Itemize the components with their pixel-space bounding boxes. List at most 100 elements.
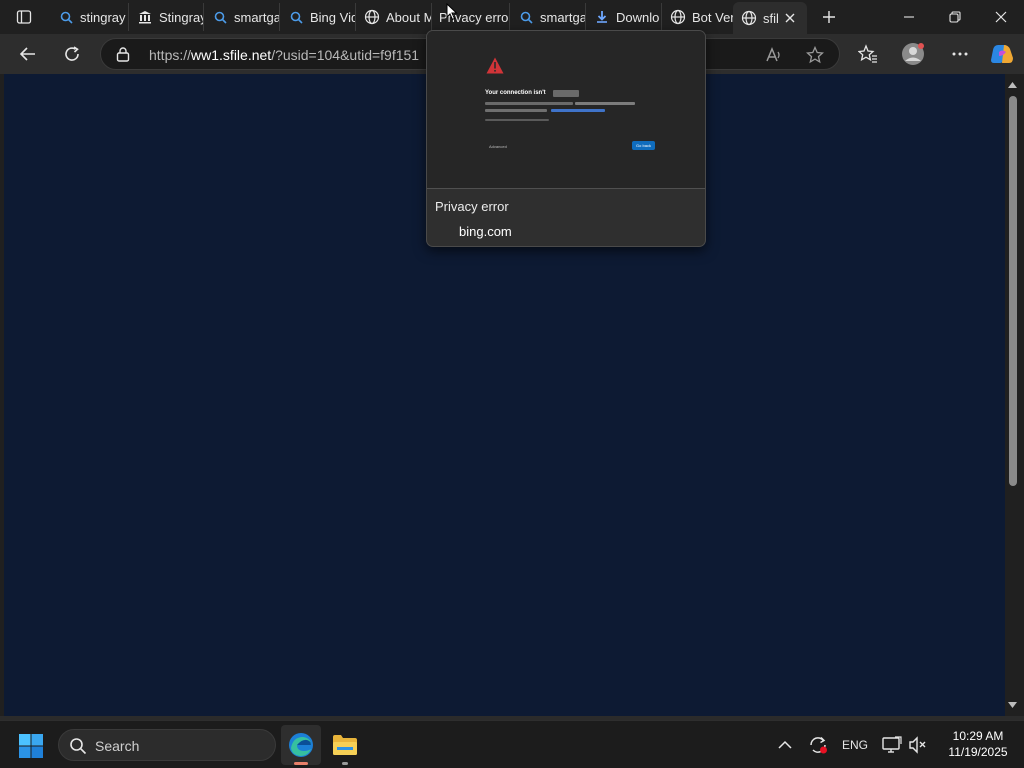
scroll-down-icon[interactable] (1007, 700, 1018, 710)
scroll-up-icon[interactable] (1007, 80, 1018, 90)
url-scheme: https:// (149, 47, 192, 63)
favorite-button[interactable] (805, 45, 825, 65)
close-icon (995, 11, 1007, 23)
preview-divider (427, 188, 705, 189)
download-icon (594, 9, 610, 25)
clock-date: 11/19/2025 (948, 745, 1008, 759)
input-language-indicator[interactable]: ENG (838, 733, 872, 757)
tab-actions-icon (16, 10, 32, 24)
search-placeholder: Search (95, 738, 140, 754)
globe-icon (670, 9, 686, 25)
vertical-scrollbar[interactable] (1005, 74, 1020, 716)
tab-smartga-2[interactable]: smartga (509, 3, 585, 31)
settings-menu-button[interactable] (945, 39, 975, 69)
copilot-icon (991, 45, 1013, 63)
monitor-network-icon (882, 736, 902, 753)
favorites-button[interactable] (853, 39, 883, 69)
preview-thumb-advanced: Advanced (489, 144, 507, 149)
tab-privacy-error[interactable]: Privacy error (431, 3, 509, 31)
tab-label: smartga (234, 9, 279, 25)
back-button[interactable] (13, 39, 43, 69)
restore-button[interactable] (932, 0, 978, 34)
preview-domain: bing.com (459, 224, 512, 239)
close-window-button[interactable] (978, 0, 1024, 34)
search-icon (212, 9, 228, 25)
tab-stingray-2[interactable]: Stingray (128, 3, 203, 31)
tab-bing-video[interactable]: Bing Vid (279, 3, 355, 31)
search-icon (70, 738, 87, 755)
refresh-button[interactable] (57, 39, 87, 69)
read-aloud-icon (766, 47, 780, 62)
lock-icon[interactable] (115, 46, 131, 62)
globe-icon (364, 9, 380, 25)
preview-thumb-line (485, 119, 549, 121)
tab-download[interactable]: Downlo (585, 3, 661, 31)
running-app-indicator (342, 762, 348, 765)
tab-about[interactable]: About M (355, 3, 431, 31)
minimize-icon (904, 16, 914, 18)
scrollbar-thumb[interactable] (1009, 96, 1017, 486)
volume-button[interactable] (906, 733, 930, 757)
taskbar: Search ENG 10:29 AM 11/19/2025 (0, 720, 1024, 768)
windows-start-icon[interactable] (18, 733, 44, 759)
clock-time: 10:29 AM (952, 729, 1004, 743)
tab-label: Bing Vid (310, 9, 355, 25)
profile-button[interactable] (898, 39, 928, 69)
preview-thumb-highlight (553, 90, 579, 97)
active-app-indicator (294, 762, 308, 765)
taskbar-edge-button[interactable] (281, 725, 321, 765)
globe-icon (741, 10, 757, 26)
copilot-button[interactable] (987, 39, 1017, 69)
tab-label: About M (386, 9, 431, 25)
search-icon (518, 9, 534, 25)
warning-icon (486, 57, 504, 74)
sync-icon (810, 736, 827, 754)
tab-strip: stingray Stingray smartga Bing Vid About… (0, 0, 1024, 34)
new-tab-button[interactable] (818, 6, 840, 28)
tab-sfile-active[interactable]: sfil (733, 2, 807, 34)
preview-title: Privacy error (435, 199, 509, 214)
tab-actions-button[interactable] (10, 6, 38, 28)
taskbar-file-explorer-button[interactable] (325, 725, 365, 765)
url-path: /?usid=104&utid=f9f151 (271, 47, 420, 63)
close-icon (785, 13, 795, 23)
search-icon (288, 9, 304, 25)
preview-thumb-line (575, 102, 635, 105)
folder-icon (333, 735, 357, 755)
favorites-icon (858, 44, 877, 63)
url-host: ww1.sfile.net (191, 47, 272, 63)
avatar (902, 43, 924, 65)
tab-stingray[interactable]: stingray (50, 3, 128, 31)
edge-icon (289, 733, 313, 757)
taskbar-clock[interactable]: 10:29 AM 11/19/2025 (936, 729, 1020, 759)
sync-status-button[interactable] (806, 733, 830, 757)
tab-label: stingray (80, 9, 126, 25)
building-icon (137, 9, 153, 25)
chevron-up-icon (778, 740, 792, 749)
refresh-icon (65, 46, 79, 61)
minimize-button[interactable] (886, 0, 932, 34)
tab-label: Privacy error (439, 9, 509, 25)
taskbar-search-box[interactable]: Search (58, 729, 276, 761)
search-icon (58, 9, 74, 25)
speaker-muted-icon (909, 736, 926, 754)
star-icon (806, 46, 824, 64)
network-button[interactable] (880, 733, 904, 757)
mouse-cursor-icon (446, 3, 458, 21)
tab-label: sfil (763, 10, 779, 26)
preview-thumb-line (485, 109, 547, 112)
more-icon (952, 52, 968, 56)
tab-smartga[interactable]: smartga (203, 3, 279, 31)
tab-hover-preview[interactable]: Your connection isn't Advanced Go back P… (426, 30, 706, 247)
restore-icon (949, 11, 961, 23)
read-aloud-button[interactable] (764, 45, 784, 65)
show-hidden-icons-button[interactable] (774, 733, 796, 757)
plus-icon (823, 11, 835, 23)
tab-label: smartga (540, 9, 585, 25)
close-tab-button[interactable] (781, 9, 799, 27)
url-text[interactable]: https://ww1.sfile.net/?usid=104&utid=f9f… (149, 47, 429, 63)
tab-bot-verification[interactable]: Bot Ver (661, 3, 733, 31)
preview-thumb-line (485, 102, 573, 105)
preview-thumbnail: Your connection isn't Advanced Go back (427, 31, 705, 188)
preview-thumb-heading: Your connection isn't (485, 90, 546, 96)
